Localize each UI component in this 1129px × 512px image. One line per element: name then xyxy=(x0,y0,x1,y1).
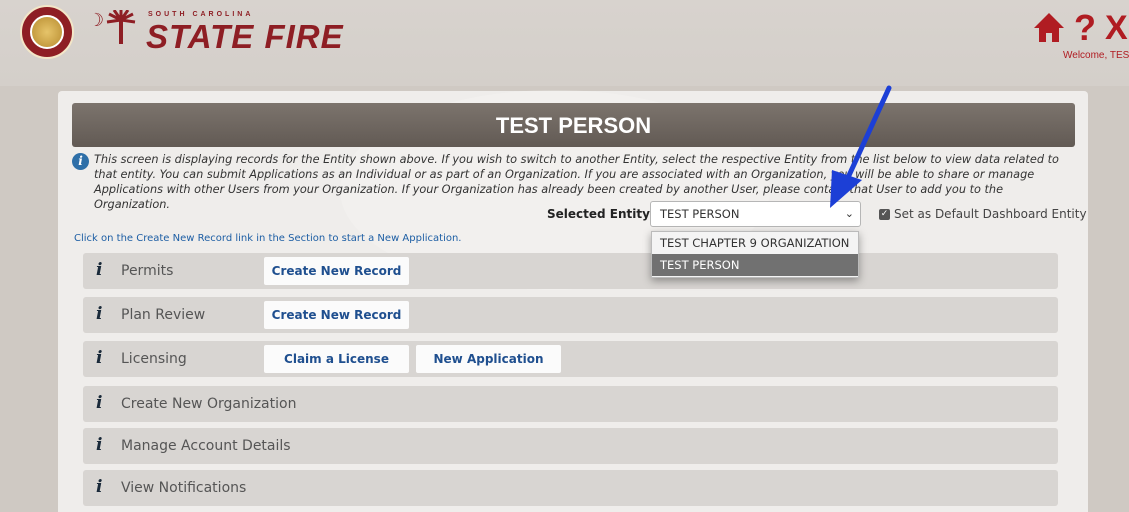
annotation-arrow xyxy=(830,85,892,208)
